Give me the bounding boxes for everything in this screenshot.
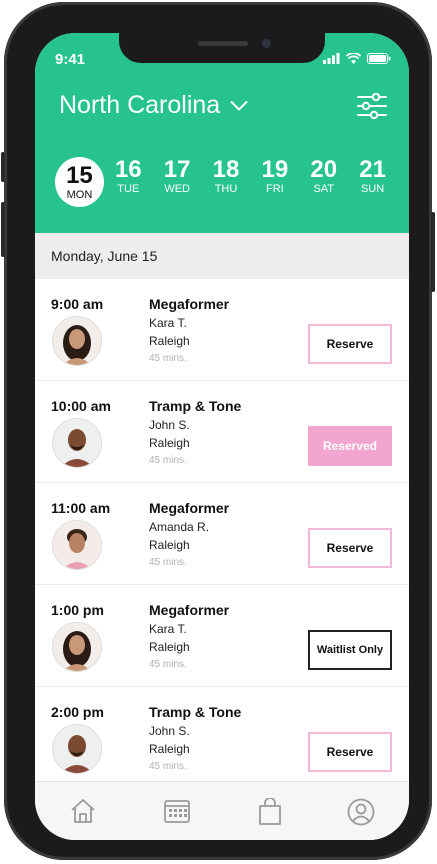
class-duration: 45 mins. xyxy=(149,455,187,466)
day-tue[interactable]: 16 TUE xyxy=(104,157,153,207)
side-button-left xyxy=(1,202,5,257)
date-heading: Monday, June 15 xyxy=(51,248,158,264)
tab-home[interactable] xyxy=(69,798,97,829)
instructor-name: John S. xyxy=(149,724,190,738)
home-icon xyxy=(71,799,95,823)
app-screen: 9:41 North Carolina 15 MON 16 TUE 17 WED… xyxy=(35,33,409,840)
class-duration: 45 mins. xyxy=(149,557,187,568)
phone-frame: 9:41 North Carolina 15 MON 16 TUE 17 WED… xyxy=(1,2,435,860)
side-button-left xyxy=(1,152,5,182)
waitlist-button[interactable]: Waitlist Only xyxy=(308,630,392,670)
speaker xyxy=(198,41,248,46)
class-name: Megaformer xyxy=(149,602,230,618)
class-location: Raleigh xyxy=(149,640,190,654)
class-location: Raleigh xyxy=(149,742,190,756)
reserved-button[interactable]: Reserved xyxy=(308,426,392,466)
wifi-icon xyxy=(346,53,361,64)
sliders-icon xyxy=(357,92,387,120)
class-name: Megaformer xyxy=(149,500,230,516)
class-name: Tramp & Tone xyxy=(149,704,242,720)
day-thu[interactable]: 18 THU xyxy=(202,157,251,207)
tab-shop[interactable] xyxy=(257,797,283,831)
profile-icon xyxy=(347,798,375,826)
class-duration: 45 mins. xyxy=(149,659,187,670)
shopping-bag-icon xyxy=(259,797,281,825)
class-time: 10:00 am xyxy=(51,398,111,414)
class-duration: 45 mins. xyxy=(149,353,187,364)
class-row[interactable]: 9:00 am Megaformer Kara T. Raleigh 45 mi… xyxy=(35,279,409,381)
status-time: 9:41 xyxy=(55,51,86,68)
notch xyxy=(119,33,325,63)
day-sat[interactable]: 20 SAT xyxy=(299,157,348,207)
instructor-name: Kara T. xyxy=(149,316,187,330)
reserve-button[interactable]: Reserve xyxy=(308,324,392,364)
class-name: Megaformer xyxy=(149,296,230,312)
side-button-right xyxy=(431,212,435,292)
day-wed[interactable]: 17 WED xyxy=(153,157,202,207)
instructor-avatar xyxy=(52,418,102,468)
bottom-tab-bar xyxy=(35,781,409,840)
chevron-down-icon xyxy=(230,100,248,110)
reserve-button[interactable]: Reserve xyxy=(308,732,392,772)
reserve-button[interactable]: Reserve xyxy=(308,528,392,568)
instructor-avatar xyxy=(52,520,102,570)
camera xyxy=(262,39,271,48)
day-sun[interactable]: 21 SUN xyxy=(348,157,397,207)
class-time: 9:00 am xyxy=(51,296,104,312)
location-selector[interactable]: North Carolina xyxy=(59,91,248,120)
class-time: 1:00 pm xyxy=(51,602,104,618)
class-row[interactable]: 1:00 pm Megaformer Kara T. Raleigh 45 mi… xyxy=(35,585,409,687)
instructor-name: Amanda R. xyxy=(149,520,210,534)
class-time: 11:00 am xyxy=(51,500,111,516)
class-row[interactable]: 11:00 am Megaformer Amanda R. Raleigh 45… xyxy=(35,483,409,585)
instructor-name: Kara T. xyxy=(149,622,187,636)
instructor-avatar xyxy=(52,622,102,672)
signal-icon xyxy=(323,53,340,64)
week-selector: 15 MON 16 TUE 17 WED 18 THU 19 FRI 20 SA… xyxy=(55,157,397,207)
date-heading-bar: Monday, June 15 xyxy=(35,233,409,279)
class-location: Raleigh xyxy=(149,334,190,348)
class-row[interactable]: 2:00 pm Tramp & Tone John S. Raleigh 45 … xyxy=(35,687,409,781)
day-fri[interactable]: 19 FRI xyxy=(250,157,299,207)
instructor-name: John S. xyxy=(149,418,190,432)
status-icons xyxy=(323,53,391,64)
tab-calendar[interactable] xyxy=(163,798,191,829)
battery-icon xyxy=(367,53,391,64)
calendar-icon xyxy=(164,800,190,823)
class-name: Tramp & Tone xyxy=(149,398,242,414)
tab-profile[interactable] xyxy=(347,798,375,831)
class-location: Raleigh xyxy=(149,436,190,450)
class-list: 9:00 am Megaformer Kara T. Raleigh 45 mi… xyxy=(35,279,409,781)
day-mon[interactable]: 15 MON xyxy=(55,157,104,207)
class-time: 2:00 pm xyxy=(51,704,104,720)
class-duration: 45 mins. xyxy=(149,761,187,772)
class-row[interactable]: 10:00 am Tramp & Tone John S. Raleigh 45… xyxy=(35,381,409,483)
filter-button[interactable] xyxy=(357,92,387,124)
location-title: North Carolina xyxy=(59,91,221,119)
instructor-avatar xyxy=(52,724,102,774)
app-header: 9:41 North Carolina 15 MON 16 TUE 17 WED… xyxy=(35,33,409,233)
instructor-avatar xyxy=(52,316,102,366)
class-location: Raleigh xyxy=(149,538,190,552)
